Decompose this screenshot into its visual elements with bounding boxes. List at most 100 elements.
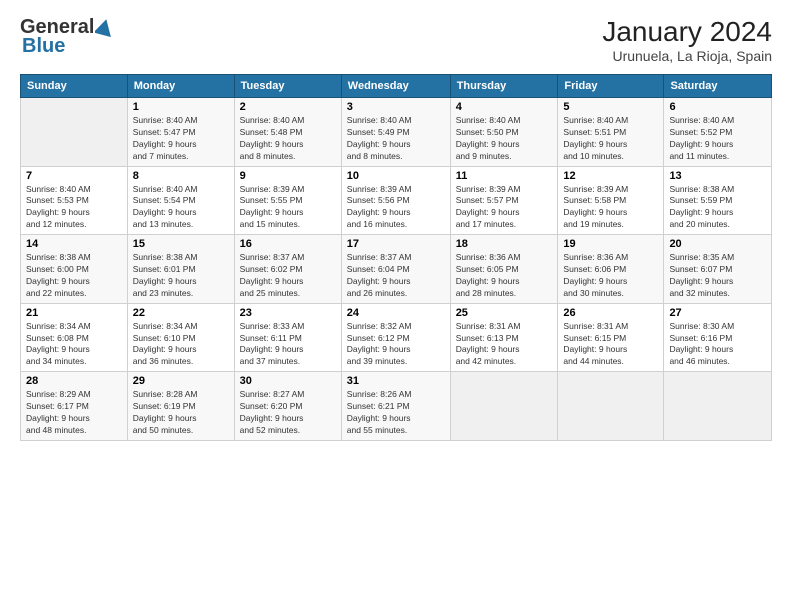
day-info: Sunrise: 8:30 AMSunset: 6:16 PMDaylight:… [669, 321, 766, 369]
day-info: Sunrise: 8:37 AMSunset: 6:02 PMDaylight:… [240, 252, 336, 300]
day-info-line: Daylight: 9 hours [133, 139, 229, 151]
day-info-line: Sunrise: 8:30 AM [669, 321, 766, 333]
day-info-line: and 32 minutes. [669, 288, 766, 300]
day-info-line: Sunset: 6:12 PM [347, 333, 445, 345]
day-info-line: and 44 minutes. [563, 356, 658, 368]
day-info: Sunrise: 8:29 AMSunset: 6:17 PMDaylight:… [26, 389, 122, 437]
day-info-line: Daylight: 9 hours [347, 139, 445, 151]
day-header-tuesday: Tuesday [234, 75, 341, 98]
day-info-line: and 16 minutes. [347, 219, 445, 231]
day-info-line: Daylight: 9 hours [26, 207, 122, 219]
calendar-cell: 26 Sunrise: 8:31 AMSunset: 6:15 PMDayligh… [558, 303, 664, 372]
day-info-line: Sunset: 5:49 PM [347, 127, 445, 139]
day-info-line: and 25 minutes. [240, 288, 336, 300]
day-info-line: Sunrise: 8:28 AM [133, 389, 229, 401]
day-info-line: Sunset: 5:59 PM [669, 195, 766, 207]
day-info-line: Sunset: 6:17 PM [26, 401, 122, 413]
calendar-cell: 17Sunrise: 8:37 AMSunset: 6:04 PMDayligh… [341, 235, 450, 304]
day-info-line: Sunset: 6:19 PM [133, 401, 229, 413]
day-info-line: Sunrise: 8:38 AM [26, 252, 122, 264]
day-info: Sunrise: 8:40 AMSunset: 5:54 PMDaylight:… [133, 184, 229, 232]
day-info-line: Sunset: 6:15 PM [563, 333, 658, 345]
day-info-line: Sunset: 5:47 PM [133, 127, 229, 139]
day-info-line: Sunrise: 8:35 AM [669, 252, 766, 264]
day-info-line: Sunrise: 8:31 AM [456, 321, 553, 333]
day-info-line: Sunrise: 8:34 AM [133, 321, 229, 333]
day-info-line: Sunrise: 8:40 AM [240, 115, 336, 127]
day-info-line: Daylight: 9 hours [347, 276, 445, 288]
calendar-cell: 18Sunrise: 8:36 AMSunset: 6:05 PMDayligh… [450, 235, 558, 304]
calendar-cell: 15 Sunrise: 8:38 AMSunset: 6:01 PMDayligh… [127, 235, 234, 304]
day-info-line: Sunset: 5:57 PM [456, 195, 553, 207]
calendar-cell [558, 372, 664, 441]
day-info-line: Sunset: 6:10 PM [133, 333, 229, 345]
day-info-line: Sunset: 6:11 PM [240, 333, 336, 345]
day-info: Sunrise: 8:40 AMSunset: 5:53 PMDaylight:… [26, 184, 122, 232]
day-info-line: Daylight: 9 hours [240, 139, 336, 151]
day-info-line: and 50 minutes. [133, 425, 229, 437]
calendar-week-row: 21Sunrise: 8:34 AMSunset: 6:08 PMDayligh… [21, 303, 772, 372]
day-info: Sunrise: 8:31 AMSunset: 6:15 PMDaylight:… [563, 321, 658, 369]
day-number: 8 [133, 170, 229, 182]
day-info-line: Daylight: 9 hours [133, 207, 229, 219]
day-info-line: and 30 minutes. [563, 288, 658, 300]
day-number: 23 [240, 307, 336, 319]
day-info-line: Sunset: 5:58 PM [563, 195, 658, 207]
day-info-line: and 48 minutes. [26, 425, 122, 437]
day-header-sunday: Sunday [21, 75, 128, 98]
day-info-line: and 20 minutes. [669, 219, 766, 231]
day-info: Sunrise: 8:32 AMSunset: 6:12 PMDaylight:… [347, 321, 445, 369]
day-info-line: Sunset: 6:08 PM [26, 333, 122, 345]
day-info: Sunrise: 8:40 AMSunset: 5:52 PMDaylight:… [669, 115, 766, 163]
day-number: 26 [563, 307, 658, 319]
day-info: Sunrise: 8:39 AMSunset: 5:58 PMDaylight:… [563, 184, 658, 232]
calendar-cell: 8 Sunrise: 8:40 AMSunset: 5:54 PMDaylight… [127, 166, 234, 235]
day-info-line: Sunrise: 8:27 AM [240, 389, 336, 401]
calendar-table: SundayMondayTuesdayWednesdayThursdayFrid… [20, 74, 772, 441]
day-info-line: and 7 minutes. [133, 151, 229, 163]
day-info-line: Sunrise: 8:26 AM [347, 389, 445, 401]
calendar-cell: 4Sunrise: 8:40 AMSunset: 5:50 PMDaylight… [450, 98, 558, 167]
calendar-cell: 5Sunrise: 8:40 AMSunset: 5:51 PMDaylight… [558, 98, 664, 167]
day-info-line: Sunset: 5:53 PM [26, 195, 122, 207]
day-info-line: Sunset: 6:20 PM [240, 401, 336, 413]
day-info: Sunrise: 8:38 AMSunset: 5:59 PMDaylight:… [669, 184, 766, 232]
day-info-line: and 26 minutes. [347, 288, 445, 300]
day-info-line: Sunrise: 8:40 AM [133, 184, 229, 196]
day-number: 15 [133, 238, 229, 250]
day-number: 4 [456, 101, 553, 113]
calendar-cell: 21Sunrise: 8:34 AMSunset: 6:08 PMDayligh… [21, 303, 128, 372]
day-number: 25 [456, 307, 553, 319]
calendar-week-row: 1Sunrise: 8:40 AMSunset: 5:47 PMDaylight… [21, 98, 772, 167]
day-number: 19 [563, 238, 658, 250]
day-info-line: Sunrise: 8:33 AM [240, 321, 336, 333]
day-info-line: Daylight: 9 hours [133, 344, 229, 356]
calendar-cell: 2Sunrise: 8:40 AMSunset: 5:48 PMDaylight… [234, 98, 341, 167]
day-info-line: and 46 minutes. [669, 356, 766, 368]
day-info: Sunrise: 8:36 AMSunset: 6:06 PMDaylight:… [563, 252, 658, 300]
day-info-line: and 55 minutes. [347, 425, 445, 437]
day-info: Sunrise: 8:27 AMSunset: 6:20 PMDaylight:… [240, 389, 336, 437]
day-info: Sunrise: 8:38 AMSunset: 6:01 PMDaylight:… [133, 252, 229, 300]
day-info-line: Daylight: 9 hours [563, 344, 658, 356]
day-number: 12 [563, 170, 658, 182]
calendar-cell: 31Sunrise: 8:26 AMSunset: 6:21 PMDayligh… [341, 372, 450, 441]
calendar-cell: 13Sunrise: 8:38 AMSunset: 5:59 PMDayligh… [664, 166, 772, 235]
day-info-line: Sunrise: 8:40 AM [456, 115, 553, 127]
day-info-line: Sunrise: 8:40 AM [669, 115, 766, 127]
day-info-line: Daylight: 9 hours [669, 276, 766, 288]
day-info-line: Sunrise: 8:32 AM [347, 321, 445, 333]
day-info-line: and 34 minutes. [26, 356, 122, 368]
day-info-line: Daylight: 9 hours [347, 413, 445, 425]
day-info-line: Daylight: 9 hours [456, 344, 553, 356]
day-info-line: Sunrise: 8:40 AM [563, 115, 658, 127]
day-info-line: and 10 minutes. [563, 151, 658, 163]
day-info-line: Sunrise: 8:40 AM [133, 115, 229, 127]
day-info-line: Sunset: 5:52 PM [669, 127, 766, 139]
calendar-cell: 11Sunrise: 8:39 AMSunset: 5:57 PMDayligh… [450, 166, 558, 235]
calendar-cell: 30Sunrise: 8:27 AMSunset: 6:20 PMDayligh… [234, 372, 341, 441]
day-header-wednesday: Wednesday [341, 75, 450, 98]
day-info-line: Sunset: 6:21 PM [347, 401, 445, 413]
day-header-friday: Friday [558, 75, 664, 98]
day-info-line: Sunrise: 8:39 AM [456, 184, 553, 196]
